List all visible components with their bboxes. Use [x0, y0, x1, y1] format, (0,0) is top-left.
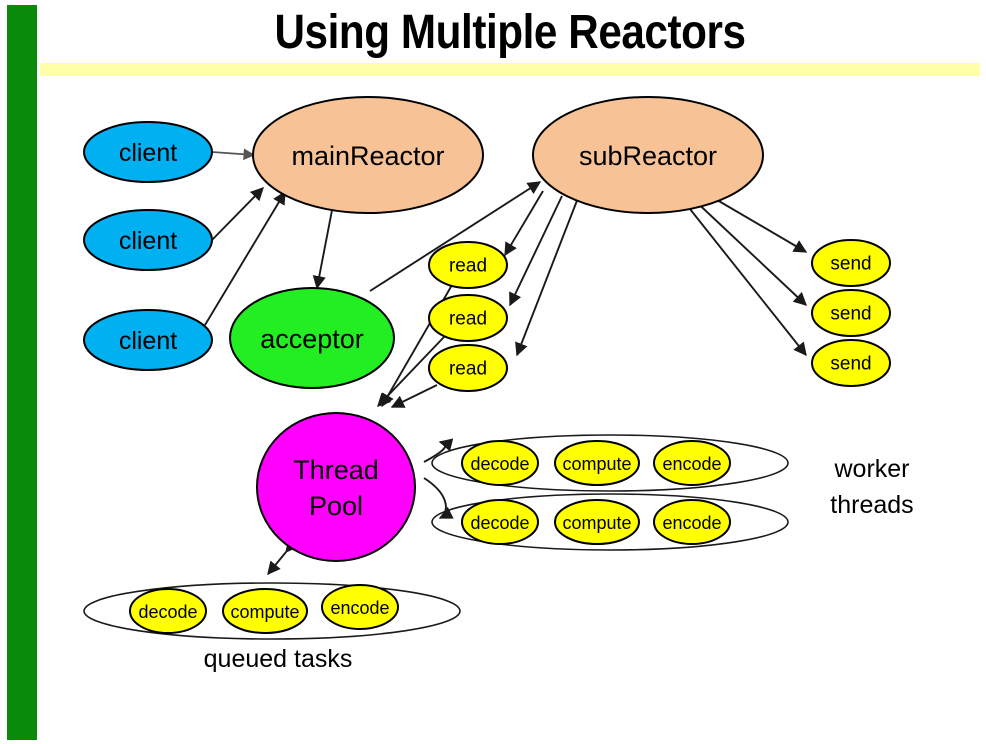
- task-compute-w2-label: compute: [562, 513, 631, 533]
- task-compute-w1[interactable]: compute: [554, 440, 640, 486]
- worker-row-1-tasks: decode compute encode: [461, 440, 731, 486]
- edge-subreactor-to-read2: [509, 195, 563, 307]
- node-client-1[interactable]: client: [83, 121, 213, 183]
- sub-reactor-label: subReactor: [579, 141, 717, 171]
- edge-threadpool-to-queued-tasks: [267, 538, 299, 576]
- send-1-label: send: [830, 254, 871, 275]
- task-compute-queued[interactable]: compute: [222, 588, 308, 634]
- edge-subreactor-to-read3: [515, 197, 579, 357]
- worker-threads-caption-line-2: threads: [830, 491, 913, 519]
- read-3-label: read: [449, 359, 487, 380]
- edge-subreactor-to-send2: [689, 195, 807, 306]
- thread-pool-label-line-2: Pool: [309, 491, 363, 521]
- task-compute-queued-label: compute: [230, 602, 299, 622]
- worker-row-2-tasks: decode compute encode: [461, 499, 731, 545]
- task-decode-queued[interactable]: decode: [129, 588, 207, 634]
- node-sub-reactor[interactable]: subReactor: [532, 96, 764, 214]
- edge-client2-to-mainreactor: [211, 187, 264, 241]
- thread-pool-label-line-1: Thread: [293, 455, 379, 485]
- slide-canvas: http://gee.cs.oswego.edu Using Multiple …: [0, 0, 986, 744]
- node-send-2[interactable]: send: [811, 289, 891, 337]
- reactor-architecture-diagram: client client client mainReactor subReac…: [83, 96, 914, 673]
- task-compute-w1-label: compute: [562, 454, 631, 474]
- task-encode-w1-label: encode: [662, 454, 721, 474]
- task-decode-w2-label: decode: [470, 513, 529, 533]
- node-read-2[interactable]: read: [428, 294, 508, 342]
- read-1-label: read: [449, 256, 487, 277]
- task-encode-queued-label: encode: [330, 598, 389, 618]
- task-encode-queued[interactable]: encode: [321, 584, 399, 630]
- client-3-label: client: [119, 327, 177, 355]
- node-client-3[interactable]: client: [83, 309, 213, 371]
- read-2-label: read: [449, 309, 487, 330]
- task-encode-w2[interactable]: encode: [653, 499, 731, 545]
- node-read-1[interactable]: read: [428, 241, 508, 289]
- node-send-1[interactable]: send: [811, 239, 891, 287]
- edge-mainreactor-to-acceptor: [312, 204, 334, 290]
- send-2-label: send: [830, 304, 871, 325]
- task-encode-w2-label: encode: [662, 513, 721, 533]
- node-main-reactor[interactable]: mainReactor: [252, 96, 484, 214]
- task-encode-w1[interactable]: encode: [653, 440, 731, 486]
- client-1-label: client: [119, 139, 177, 167]
- node-read-3[interactable]: read: [428, 344, 508, 392]
- node-send-3[interactable]: send: [811, 339, 891, 387]
- send-3-label: send: [830, 354, 871, 375]
- queued-tasks-caption: queued tasks: [204, 645, 353, 673]
- task-decode-w2[interactable]: decode: [461, 499, 539, 545]
- queued-row-tasks: decode compute encode: [129, 584, 399, 634]
- client-2-label: client: [119, 227, 177, 255]
- task-compute-w2[interactable]: compute: [554, 499, 640, 545]
- edge-client1-to-mainreactor: [211, 148, 256, 161]
- acceptor-label: acceptor: [260, 324, 364, 354]
- worker-threads-caption-line-1: worker: [833, 455, 909, 483]
- edge-subreactor-to-send3: [681, 198, 807, 357]
- task-decode-w1[interactable]: decode: [461, 440, 539, 486]
- node-thread-pool[interactable]: Thread Pool: [256, 412, 416, 562]
- node-acceptor[interactable]: acceptor: [229, 287, 395, 389]
- main-reactor-label: mainReactor: [291, 141, 444, 171]
- task-decode-w1-label: decode: [470, 454, 529, 474]
- edge-read3-to-threadpool: [390, 384, 438, 408]
- node-client-2[interactable]: client: [83, 209, 213, 271]
- task-decode-queued-label: decode: [138, 602, 197, 622]
